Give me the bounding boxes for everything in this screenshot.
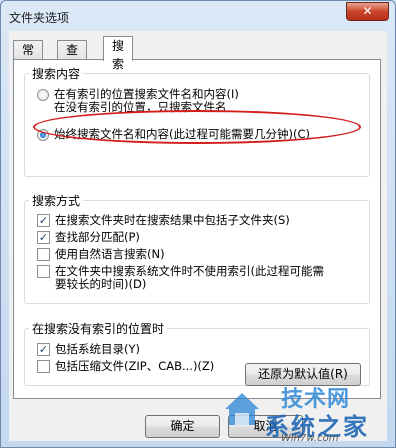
checkbox-include-subfolders[interactable]: ✓ bbox=[37, 214, 50, 227]
natural-language-label: 使用自然语言搜索(N) bbox=[55, 247, 165, 261]
checkbox-system-dirs-option[interactable]: ✓ 包括系统目录(Y) bbox=[37, 343, 140, 356]
close-button[interactable]: ✕ bbox=[346, 2, 389, 21]
search-content-title: 搜索内容 bbox=[29, 65, 84, 82]
checkbox-partial-match-option[interactable]: ✓ 查找部分匹配(P) bbox=[37, 231, 140, 244]
restore-defaults-button[interactable]: 还原为默认值(R) bbox=[245, 363, 361, 386]
checkbox-no-index-option[interactable]: 在文件夹中搜索系统文件时不使用索引(此过程可能需 要较长的时间)(D) bbox=[37, 265, 324, 291]
checkbox-no-index[interactable] bbox=[37, 265, 50, 278]
radio-indexed[interactable] bbox=[37, 89, 49, 101]
checkbox-partial-match[interactable]: ✓ bbox=[37, 231, 50, 244]
checkbox-natural-language-option[interactable]: 使用自然语言搜索(N) bbox=[37, 248, 165, 261]
no-index-locations-title: 在搜索没有索引的位置时 bbox=[29, 320, 168, 337]
no-index-label-cont: 要较长的时间)(D) bbox=[55, 277, 147, 291]
tab-general[interactable]: 常规 bbox=[13, 40, 44, 75]
highlight-ellipse bbox=[33, 110, 361, 144]
checkbox-compressed-files[interactable] bbox=[37, 360, 50, 373]
system-dirs-label: 包括系统目录(Y) bbox=[55, 342, 140, 356]
folder-options-window: 文件夹选项 ✕ 常规 查看 搜索 搜索内容 在有索引的位置搜索文件名和内容(I)… bbox=[0, 0, 396, 448]
partial-match-label: 查找部分匹配(P) bbox=[55, 230, 140, 244]
tab-view[interactable]: 查看 bbox=[57, 40, 88, 75]
checkbox-compressed-files-option[interactable]: 包括压缩文件(ZIP、CAB...)(Z) bbox=[37, 360, 214, 373]
ok-button[interactable]: 确定 bbox=[145, 415, 220, 438]
tab-search[interactable]: 搜索 bbox=[103, 36, 134, 71]
include-subfolders-label: 在搜索文件夹时在搜索结果中包括子文件夹(S) bbox=[55, 213, 290, 227]
checkbox-system-dirs[interactable]: ✓ bbox=[37, 343, 50, 356]
window-title: 文件夹选项 bbox=[9, 11, 70, 25]
title-bar[interactable]: 文件夹选项 ✕ bbox=[1, 1, 395, 31]
search-method-title: 搜索方式 bbox=[29, 192, 84, 209]
dialog-client: 常规 查看 搜索 搜索内容 在有索引的位置搜索文件名和内容(I) 在没有索引的位… bbox=[9, 31, 387, 441]
checkbox-include-subfolders-option[interactable]: ✓ 在搜索文件夹时在搜索结果中包括子文件夹(S) bbox=[37, 214, 290, 227]
search-method-group: 搜索方式 ✓ 在搜索文件夹时在搜索结果中包括子文件夹(S) ✓ 查找部分匹配(P… bbox=[24, 192, 370, 304]
compressed-files-label: 包括压缩文件(ZIP、CAB...)(Z) bbox=[55, 359, 215, 373]
cancel-button[interactable]: 取消 bbox=[228, 415, 303, 438]
checkbox-natural-language[interactable] bbox=[37, 248, 50, 261]
